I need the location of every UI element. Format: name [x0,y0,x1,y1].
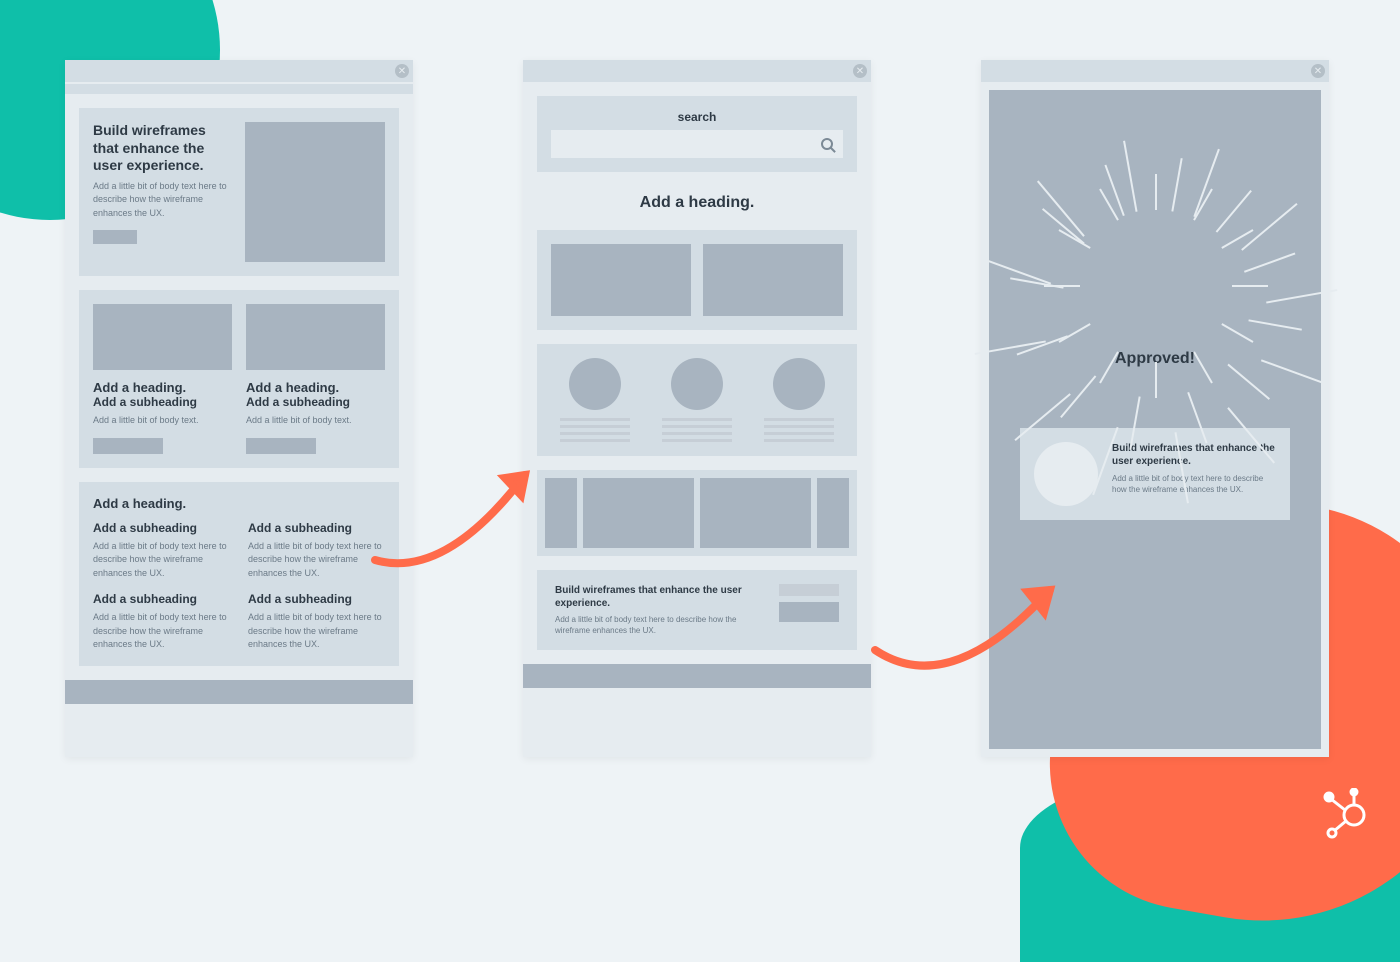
window-titlebar: ✕ [523,60,871,82]
image-placeholder [703,244,843,316]
flow-arrow-2 [860,570,1070,700]
card-subheading: Add a subheading [246,395,385,409]
feature-subheading: Add a subheading [248,592,385,606]
card-body: Add a little bit of body text. [246,414,385,428]
feature-subheading: Add a subheading [93,592,230,606]
wireframe-mockup-2: ✕ search Add a heading. [523,60,871,757]
column-item [653,358,741,442]
close-icon[interactable]: ✕ [1311,64,1325,78]
summary-card: Build wireframes that enhance the user e… [1020,428,1290,520]
column-item [755,358,843,442]
image-placeholder [551,244,691,316]
gallery-panel [537,470,857,556]
feature-body: Add a little bit of body text here to de… [93,611,230,652]
search-panel: search [537,96,857,172]
summary-body: Add a little bit of body text here to de… [1112,473,1276,495]
image-placeholder [583,478,694,548]
hero-title: Build wireframes that enhance the user e… [93,122,233,175]
avatar-placeholder [569,358,621,410]
wireframe-mockup-1: ✕ Build wireframes that enhance the user… [65,60,413,757]
column-item [551,358,639,442]
cta-panel: Build wireframes that enhance the user e… [537,570,857,650]
feature-item: Add a subheading Add a little bit of bod… [248,592,385,652]
avatar-placeholder [773,358,825,410]
feature-subheading: Add a subheading [93,521,230,535]
close-icon[interactable]: ✕ [395,64,409,78]
hero-button[interactable] [93,230,137,244]
window-titlebar: ✕ [981,60,1329,82]
search-label: search [551,110,843,124]
close-icon[interactable]: ✕ [853,64,867,78]
card-image-placeholder [93,304,232,370]
card-button[interactable] [246,438,316,454]
image-row-panel [537,230,857,330]
image-placeholder [817,478,849,548]
search-icon [821,138,833,150]
hero-image-placeholder [245,122,385,262]
card-body: Add a little bit of body text. [93,414,232,428]
window-subbar [65,84,413,94]
feature-body: Add a little bit of body text here to de… [93,540,230,581]
card-image-placeholder [246,304,385,370]
card-subheading: Add a subheading [93,395,232,409]
starburst-icon [1055,130,1255,330]
footer-bar [65,680,413,704]
search-input[interactable] [551,130,843,158]
hero-panel: Build wireframes that enhance the user e… [79,108,399,276]
cta-button-secondary[interactable] [779,584,839,596]
card-button[interactable] [93,438,163,454]
card-heading: Add a heading. [93,380,232,395]
image-placeholder [700,478,811,548]
hubspot-logo-icon [1322,788,1376,842]
cta-title: Build wireframes that enhance the user e… [555,584,759,610]
flow-arrow-1 [355,450,555,580]
feature-body: Add a little bit of body text here to de… [248,611,385,652]
section-heading: Add a heading. [93,496,385,511]
feature-section: Add a heading. Add a subheading Add a li… [79,482,399,666]
feature-item: Add a subheading Add a little bit of bod… [93,592,230,652]
window-titlebar: ✕ [65,60,413,82]
footer-bar [523,664,871,688]
avatar-placeholder [671,358,723,410]
summary-title: Build wireframes that enhance the user e… [1112,442,1276,468]
hero-body: Add a little bit of body text here to de… [93,180,233,221]
avatar-placeholder [1034,442,1098,506]
feature-item: Add a subheading Add a little bit of bod… [93,521,230,581]
triple-column-panel [537,344,857,456]
two-card-panel: Add a heading. Add a subheading Add a li… [79,290,399,468]
page-heading: Add a heading. [537,186,857,216]
card-item: Add a heading. Add a subheading Add a li… [246,304,385,454]
cta-button-primary[interactable] [779,602,839,622]
card-heading: Add a heading. [246,380,385,395]
card-item: Add a heading. Add a subheading Add a li… [93,304,232,454]
cta-body: Add a little bit of body text here to de… [555,614,759,636]
